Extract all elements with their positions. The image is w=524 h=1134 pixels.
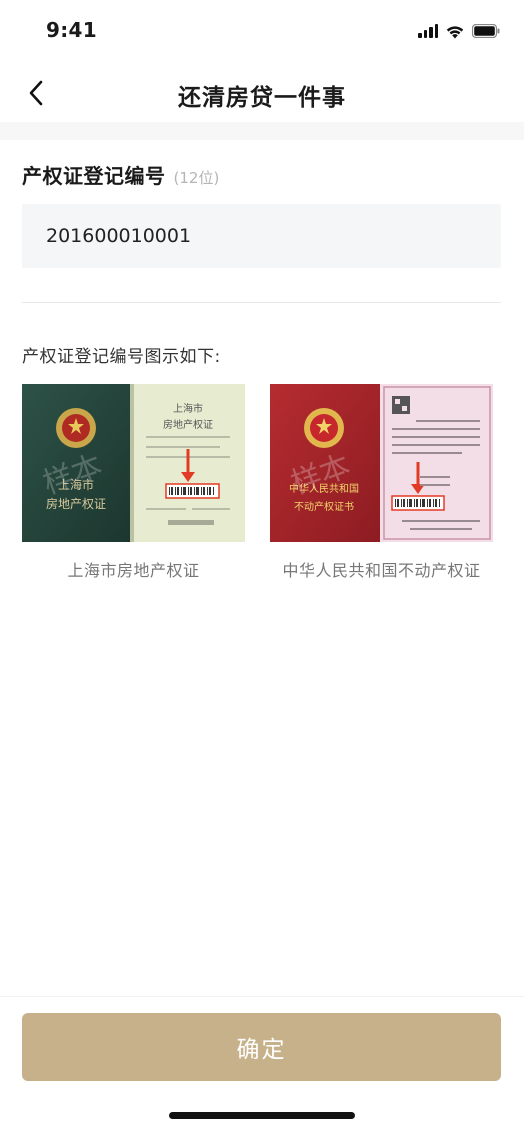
- national-certificate-image: 中华人民共和国 不动产权证书 样本: [270, 384, 493, 542]
- field-hint: (12位): [173, 169, 220, 187]
- nav-bar: 还清房贷一件事: [0, 64, 524, 122]
- shanghai-certificate-image: 上海市 房地产权证 样本 上海市 房地产权证: [22, 384, 245, 542]
- national-emblem-icon: [56, 408, 96, 448]
- signal-icon: [418, 24, 438, 38]
- shanghai-certificate-caption: 上海市房地产权证: [67, 561, 200, 580]
- status-bar: 9:41: [0, 0, 524, 64]
- section-divider: [22, 302, 501, 303]
- nav-divider: [0, 122, 524, 140]
- field-label-text: 产权证登记编号: [22, 164, 166, 188]
- example-heading: 产权证登记编号图示如下:: [22, 347, 221, 367]
- page-title: 还清房贷一件事: [178, 85, 346, 111]
- svg-text:房地产权证: 房地产权证: [163, 418, 213, 431]
- certificate-number-input[interactable]: [22, 204, 501, 268]
- home-indicator: [169, 1112, 355, 1119]
- national-certificate-caption: 中华人民共和国不动产权证: [282, 561, 481, 580]
- status-icons: [418, 22, 500, 40]
- svg-text:不动产权证书: 不动产权证书: [294, 500, 354, 513]
- svg-text:上海市: 上海市: [173, 402, 203, 415]
- status-time: 9:41: [46, 18, 97, 42]
- field-label: 产权证登记编号 (12位): [22, 160, 219, 189]
- confirm-button[interactable]: 确定: [22, 1013, 501, 1081]
- national-emblem-icon: [304, 408, 344, 448]
- battery-icon: [472, 24, 500, 38]
- wifi-icon: [445, 24, 465, 39]
